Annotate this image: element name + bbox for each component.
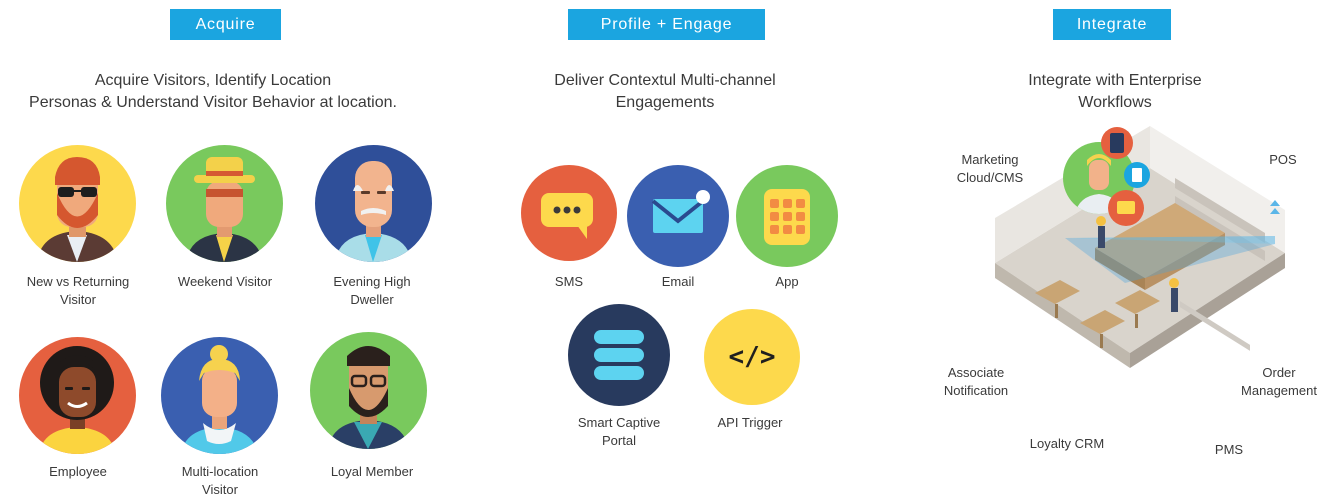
persona-label-line1: Loyal Member [330, 464, 414, 479]
email-channel [627, 165, 729, 267]
channel-label-line1: SMS [554, 274, 584, 289]
acquire-heading-line2: Personas & Understand Visitor Behavior a… [29, 94, 397, 111]
avatar-multi-location [161, 337, 278, 454]
sms-icon [521, 165, 617, 261]
channel-label-line2: Portal [602, 433, 636, 448]
integrate-heading: Integrate with Enterprise Workflows [950, 70, 1280, 114]
persona-label-line1: Employee [49, 464, 107, 479]
channel-label-line1: API Trigger [717, 415, 783, 430]
channel-label-api-trigger: API Trigger [700, 414, 800, 432]
app-grid-icon [736, 165, 838, 267]
email-icon [627, 165, 729, 267]
label-order-management: Order Management [1236, 364, 1322, 400]
label-line1: Order [1262, 365, 1296, 380]
acquire-tag: Acquire [170, 9, 281, 40]
label-line2: Cloud/CMS [956, 170, 1024, 185]
app-channel [736, 165, 838, 267]
channel-label-captive-portal: Smart Captive Portal [563, 414, 675, 450]
engage-heading: Deliver Contextul Multi-channel Engageme… [480, 70, 850, 114]
engage-tag: Profile + Engage [568, 9, 765, 40]
label-line1: Marketing [961, 152, 1019, 167]
persona-label-multi-location: Multi-location Visitor [150, 463, 290, 499]
integrate-tag: Integrate [1053, 9, 1171, 40]
document-badge [1124, 162, 1150, 188]
sms-channel [521, 165, 617, 261]
persona-icon [310, 332, 427, 449]
channel-label-line1: App [775, 274, 799, 289]
persona-label-evening-dweller: Evening High Dweller [302, 273, 442, 309]
persona-icon [19, 337, 136, 454]
label-line2: Management [1241, 383, 1317, 398]
persona-label-weekend: Weekend Visitor [155, 273, 295, 291]
mail-badge [1108, 190, 1144, 226]
api-trigger-channel: </> [704, 309, 800, 405]
channel-label-app: App [737, 273, 837, 291]
persona-label-line1: New vs Returning [26, 274, 130, 289]
document-icon [1132, 168, 1142, 182]
database-icon [568, 304, 670, 406]
label-line2: Notification [943, 383, 1009, 398]
cms-badge [1101, 127, 1133, 159]
engage-heading-line2: Engagements [615, 94, 715, 111]
tablet-icon [1110, 133, 1124, 153]
persona-label-line1: Multi-location [181, 464, 259, 479]
label-associate-notification: Associate Notification [938, 364, 1014, 400]
channel-label-line1: Smart Captive [577, 415, 661, 430]
acquire-heading-line1: Acquire Visitors, Identify Location [94, 72, 332, 89]
code-brackets-icon: </> [728, 342, 776, 372]
label-pos: POS [1269, 152, 1297, 167]
avatar-new-returning [19, 145, 136, 262]
avatar-loyal-member [310, 332, 427, 449]
label-line1: Associate [947, 365, 1005, 380]
persona-label-loyal-member: Loyal Member [302, 463, 442, 481]
persona-label-line1: Evening High [333, 274, 411, 289]
persona-label-new-returning: New vs Returning Visitor [8, 273, 148, 309]
label-loyalty-crm: Loyalty CRM [1029, 436, 1105, 451]
acquire-heading: Acquire Visitors, Identify Location Pers… [0, 70, 426, 114]
channel-label-line1: Email [661, 274, 695, 289]
persona-label-line2: Visitor [202, 482, 238, 497]
engage-heading-line1: Deliver Contextul Multi-channel [554, 72, 776, 89]
label-pms: PMS [1214, 442, 1244, 457]
persona-icon [161, 337, 278, 454]
envelope-icon [1117, 201, 1135, 214]
label-marketing-cloud: Marketing Cloud/CMS [950, 151, 1030, 187]
channel-label-email: Email [628, 273, 728, 291]
persona-icon [166, 145, 283, 262]
persona-label-line1: Weekend Visitor [177, 274, 273, 289]
avatar-evening-dweller [315, 145, 432, 262]
integrate-heading-line1: Integrate with Enterprise [1028, 72, 1202, 89]
captive-portal-channel [568, 304, 670, 406]
avatar-employee [19, 337, 136, 454]
persona-label-employee: Employee [8, 463, 148, 481]
integrate-heading-line2: Workflows [1078, 94, 1152, 111]
persona-icon [19, 145, 136, 262]
channel-label-sms: SMS [519, 273, 619, 291]
persona-label-line2: Visitor [60, 292, 96, 307]
persona-icon [315, 145, 432, 262]
persona-label-line2: Dweller [350, 292, 394, 307]
avatar-weekend [166, 145, 283, 262]
